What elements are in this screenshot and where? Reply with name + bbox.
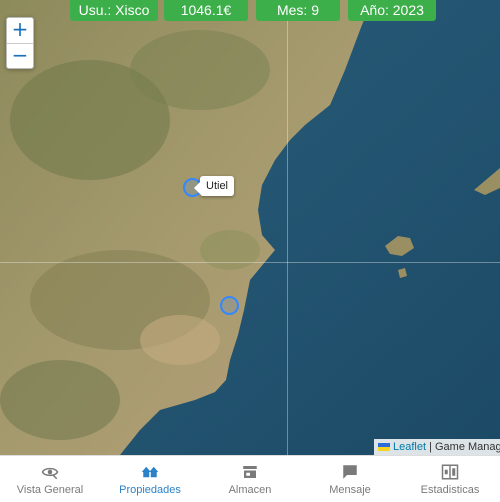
map-view[interactable]: Utiel + − Leaflet | Game Manage: [0, 0, 500, 455]
zoom-control: + −: [6, 17, 34, 69]
stats-icon: [441, 464, 459, 479]
nav-estadisticas[interactable]: Estadisticas: [400, 456, 500, 502]
nav-mensaje[interactable]: Mensaje: [300, 456, 400, 502]
store-icon: [243, 465, 257, 478]
attribution-text: | Game Manage: [426, 441, 500, 453]
ukraine-flag-icon: [378, 443, 390, 452]
user-badge: Usu.: Xisco: [70, 0, 158, 21]
houses-icon: [141, 466, 159, 477]
nav-label: Estadisticas: [420, 483, 480, 496]
nav-almacen[interactable]: Almacen: [200, 456, 300, 502]
eye-icon: [41, 467, 59, 479]
map-tile-seam: [287, 0, 288, 455]
satellite-map: [0, 0, 500, 455]
map-tile-seam: [0, 262, 500, 263]
bottom-nav: Vista General Propiedades Almacen Mensaj…: [0, 455, 500, 502]
nav-vista-general[interactable]: Vista General: [0, 456, 100, 502]
map-attribution: Leaflet | Game Manage: [374, 439, 500, 455]
property-marker[interactable]: [220, 296, 239, 315]
nav-label: Propiedades: [119, 483, 181, 496]
nav-label: Almacen: [228, 483, 272, 496]
month-badge: Mes: 9: [256, 0, 340, 21]
stats-bar: Usu.: Xisco 1046.1€ Mes: 9 Año: 2023: [0, 0, 500, 22]
year-badge: Año: 2023: [348, 0, 436, 21]
zoom-out-button[interactable]: −: [7, 43, 33, 69]
nav-label: Mensaje: [329, 483, 371, 496]
leaflet-link[interactable]: Leaflet: [393, 441, 426, 453]
nav-propiedades[interactable]: Propiedades: [100, 456, 200, 502]
money-badge: 1046.1€: [164, 0, 248, 21]
message-icon: [343, 464, 357, 479]
map-tooltip: Utiel: [193, 176, 235, 196]
nav-label: Vista General: [16, 483, 84, 496]
